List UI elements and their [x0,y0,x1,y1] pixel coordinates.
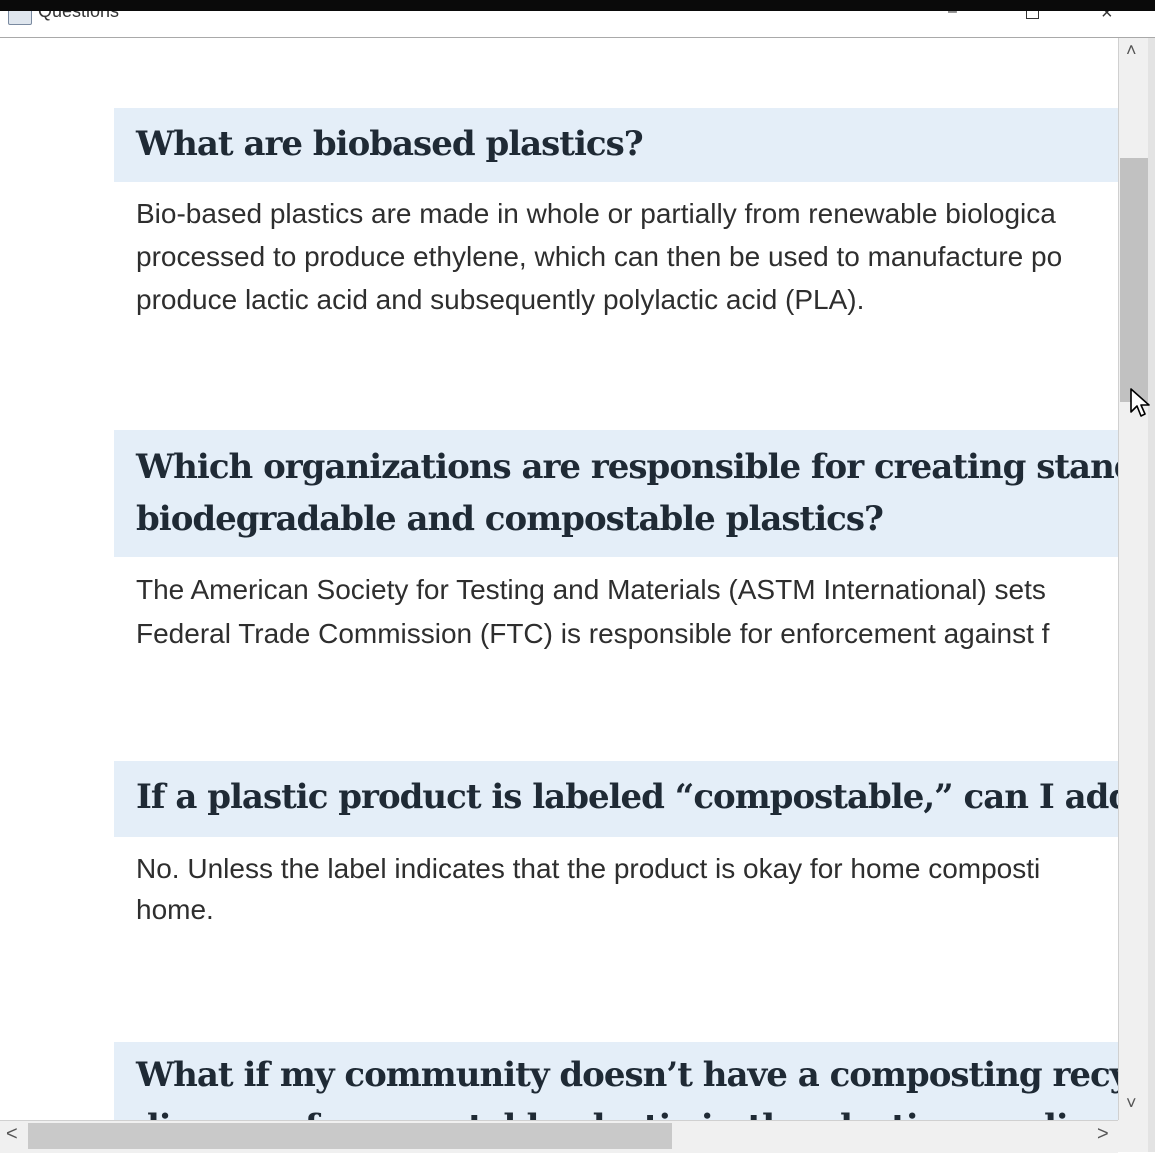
faq-question-1: What are biobased plastics? [114,108,1118,182]
answer-line: The American Society for Testing and Mat… [136,574,1046,605]
faq-answer-1: Bio-based plastics are made in whole or … [136,192,1118,321]
maximize-icon[interactable] [1026,11,1039,19]
horizontal-scrollbar[interactable]: < > [0,1120,1118,1153]
answer-line: Bio-based plastics are made in whole or … [136,198,1056,229]
scroll-up-icon[interactable]: ˄ [1126,40,1137,61]
window-title: Questions [38,11,120,21]
question-line: Which organizations are responsible for … [136,447,1118,487]
answer-line: Federal Trade Commission (FTC) is respon… [136,618,1050,649]
faq-content: What are biobased plastics? Bio-based pl… [0,38,1118,1120]
screen-top-edge [0,0,1155,11]
window-right-edge [1148,38,1155,1152]
vertical-scrollbar[interactable]: ˄ ˅ [1118,38,1149,1120]
faq-question-3: If a plastic product is labeled “compost… [114,761,1118,837]
scroll-left-icon[interactable]: < [6,1123,18,1146]
question-line: What if my community doesn’t have a comp… [136,1055,1118,1095]
faq-question-2: Which organizations are responsible for … [114,430,1118,557]
question-line: If a plastic product is labeled “compost… [136,777,1118,817]
question-line: dispose of compostable plastic in the pl… [136,1101,1118,1120]
scroll-right-icon[interactable]: > [1097,1123,1109,1146]
minimize-icon[interactable]: – [948,11,957,21]
app-icon [8,11,32,25]
faq-answer-3: No. Unless the label indicates that the … [136,848,1118,930]
window-titlebar[interactable]: Questions – × [0,11,1155,38]
horizontal-scroll-thumb[interactable] [28,1123,672,1149]
answer-line: No. Unless the label indicates that the … [136,853,1041,884]
scrollbar-corner [1118,1120,1148,1152]
answer-line: home. [136,894,214,925]
mouse-pointer-icon [1130,388,1150,417]
answer-line: produce lactic acid and subsequently pol… [136,284,865,315]
answer-line: processed to produce ethylene, which can… [136,241,1063,272]
faq-question-4: What if my community doesn’t have a comp… [114,1042,1118,1120]
question-line: biodegradable and compostable plastics? [136,499,884,539]
question-line: What are biobased plastics? [136,124,644,164]
close-icon[interactable]: × [1101,11,1113,25]
faq-answer-2: The American Society for Testing and Mat… [136,568,1118,656]
scroll-down-icon[interactable]: ˅ [1126,1093,1137,1114]
vertical-scroll-thumb[interactable] [1120,158,1148,402]
